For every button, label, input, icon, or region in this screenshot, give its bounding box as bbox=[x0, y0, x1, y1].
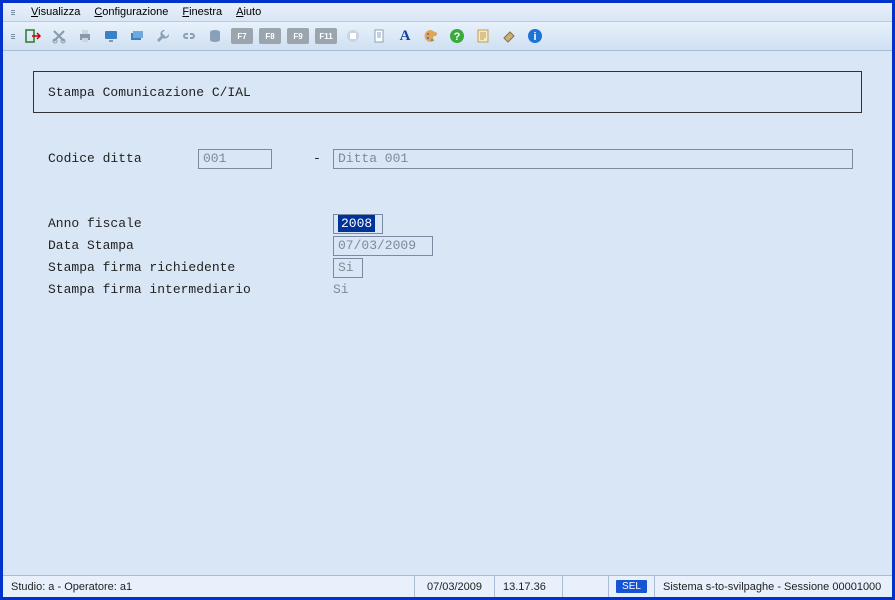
status-date: 07/03/2009 bbox=[415, 576, 495, 597]
toolbar: F7 F8 F9 F11 A ? i bbox=[3, 22, 892, 51]
print-icon[interactable] bbox=[75, 26, 95, 46]
svg-text:i: i bbox=[533, 31, 536, 43]
anno-fiscale-label: Anno fiscale bbox=[3, 216, 293, 231]
menubar: Visualizza Configurazione Finestra Aiuto bbox=[3, 3, 892, 22]
document-icon[interactable] bbox=[369, 26, 389, 46]
codice-ditta-field[interactable]: 001 bbox=[198, 149, 272, 169]
app-window: Visualizza Configurazione Finestra Aiuto bbox=[0, 0, 895, 600]
dash-separator: - bbox=[313, 151, 321, 166]
menu-configurazione[interactable]: Configurazione bbox=[94, 6, 168, 18]
eraser-icon[interactable] bbox=[499, 26, 519, 46]
f7-button[interactable]: F7 bbox=[231, 28, 253, 44]
status-time: 13.17.36 bbox=[495, 576, 563, 597]
notes-icon[interactable] bbox=[473, 26, 493, 46]
menu-aiuto[interactable]: Aiuto bbox=[236, 6, 261, 18]
panel-title: Stampa Comunicazione C/IAL bbox=[33, 71, 862, 113]
sel-badge: SEL bbox=[616, 580, 647, 593]
font-icon[interactable]: A bbox=[395, 26, 415, 46]
exit-icon[interactable] bbox=[23, 26, 43, 46]
stampa-firma-rich-label: Stampa firma richiedente bbox=[3, 260, 293, 275]
help-icon[interactable]: ? bbox=[447, 26, 467, 46]
f11-button[interactable]: F11 bbox=[315, 28, 337, 44]
menu-finestra[interactable]: Finestra bbox=[182, 6, 222, 18]
link-icon[interactable] bbox=[179, 26, 199, 46]
status-left: Studio: a - Operatore: a1 bbox=[3, 576, 415, 597]
database-icon[interactable] bbox=[205, 26, 225, 46]
stampa-firma-inter-label: Stampa firma intermediario bbox=[3, 282, 293, 297]
f8-button[interactable]: F8 bbox=[259, 28, 281, 44]
stop-icon[interactable] bbox=[343, 26, 363, 46]
stampa-firma-rich-field[interactable]: Si bbox=[333, 258, 363, 278]
toolbar-grip bbox=[11, 34, 15, 39]
ditta-desc-field[interactable]: Ditta 001 bbox=[333, 149, 853, 169]
statusbar: Studio: a - Operatore: a1 07/03/2009 13.… bbox=[3, 575, 892, 597]
wrench-icon[interactable] bbox=[153, 26, 173, 46]
stampa-firma-inter-value: Si bbox=[333, 282, 349, 297]
menubar-grip bbox=[11, 6, 15, 18]
info-icon[interactable]: i bbox=[525, 26, 545, 46]
data-stampa-field[interactable]: 07/03/2009 bbox=[333, 236, 433, 256]
screen-icon[interactable] bbox=[101, 26, 121, 46]
palette-icon[interactable] bbox=[421, 26, 441, 46]
cut-icon[interactable] bbox=[49, 26, 69, 46]
stack-icon[interactable] bbox=[127, 26, 147, 46]
status-right: Sistema s-to-svilpaghe - Sessione 000010… bbox=[655, 576, 892, 597]
status-sel: SEL bbox=[609, 576, 655, 597]
anno-fiscale-field[interactable]: 2008 bbox=[333, 214, 383, 234]
f9-button[interactable]: F9 bbox=[287, 28, 309, 44]
menu-visualizza[interactable]: Visualizza bbox=[31, 6, 80, 18]
status-blank1 bbox=[563, 576, 609, 597]
content-area: Stampa Comunicazione C/IAL Codice ditta … bbox=[3, 51, 892, 575]
svg-text:?: ? bbox=[454, 31, 461, 43]
data-stampa-label: Data Stampa bbox=[3, 238, 293, 253]
